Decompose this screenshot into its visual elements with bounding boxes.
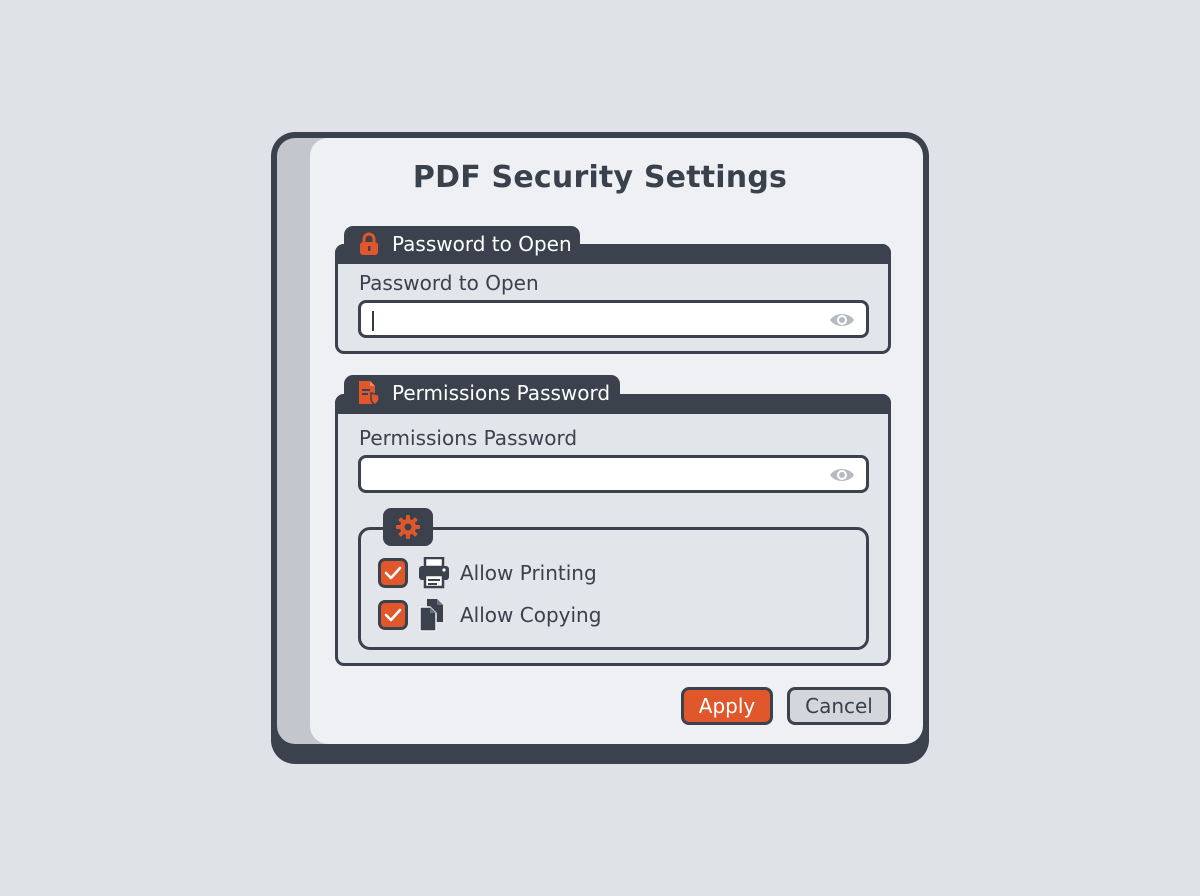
open-password-input[interactable]: [358, 300, 869, 338]
lock-icon: [356, 231, 382, 257]
eye-icon[interactable]: [828, 309, 856, 331]
allow-copying-label: Allow Copying: [460, 603, 602, 627]
cancel-button[interactable]: Cancel: [787, 687, 891, 725]
allow-printing-row[interactable]: Allow Printing: [378, 557, 597, 589]
open-password-tab-label: Password to Open: [392, 232, 572, 256]
permissions-tab: Permissions Password: [344, 375, 620, 411]
open-password-tab: Password to Open: [344, 226, 580, 262]
eye-icon[interactable]: [828, 464, 856, 486]
dialog-title: PDF Security Settings: [412, 160, 788, 195]
allow-copying-row[interactable]: Allow Copying: [378, 597, 602, 633]
permissions-password-label: Permissions Password: [359, 426, 578, 450]
permissions-tab-label: Permissions Password: [392, 381, 611, 405]
text-caret: [372, 311, 374, 331]
allow-printing-label: Allow Printing: [460, 561, 597, 585]
permissions-password-input[interactable]: [358, 455, 869, 493]
copy-documents-icon: [416, 597, 452, 633]
open-password-label: Password to Open: [359, 271, 539, 295]
allow-copying-checkbox[interactable]: [378, 600, 408, 630]
allow-printing-checkbox[interactable]: [378, 558, 408, 588]
document-shield-icon: [356, 380, 382, 406]
gear-icon: [383, 508, 433, 546]
printer-icon: [416, 555, 452, 591]
apply-button[interactable]: Apply: [681, 687, 773, 725]
